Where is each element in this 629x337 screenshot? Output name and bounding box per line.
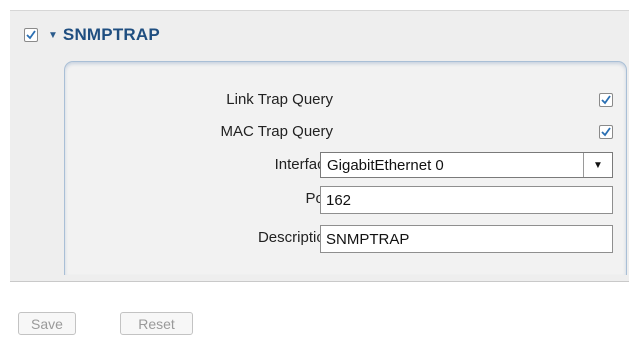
save-button[interactable]: Save xyxy=(18,312,76,335)
dropdown-arrow-icon[interactable]: ▼ xyxy=(583,153,612,177)
checkmark-icon xyxy=(601,127,611,137)
link-trap-query-row: Link Trap Query xyxy=(65,87,628,113)
collapse-triangle-icon[interactable]: ▼ xyxy=(48,30,58,41)
checkmark-icon xyxy=(26,30,36,40)
section-title: SNMPTRAP xyxy=(62,25,160,44)
mac-trap-query-row: MAC Trap Query xyxy=(65,119,628,145)
link-trap-query-label: Link Trap Query xyxy=(226,91,333,108)
section-header: ▼ SNMPTRAP xyxy=(24,23,160,47)
port-input[interactable]: 162 xyxy=(320,186,613,214)
checkmark-icon xyxy=(601,95,611,105)
reset-button[interactable]: Reset xyxy=(120,312,193,335)
mac-trap-query-checkbox[interactable] xyxy=(599,125,613,139)
link-trap-query-checkbox[interactable] xyxy=(599,93,613,107)
settings-box: Link Trap Query MAC Trap Query Interface… xyxy=(64,61,627,275)
description-input[interactable]: SNMPTRAP xyxy=(320,225,613,253)
interface-select[interactable]: GigabitEthernet 0 ▼ xyxy=(320,152,613,178)
interface-row: Interface GigabitEthernet 0 ▼ xyxy=(65,152,628,178)
description-row: Description SNMPTRAP xyxy=(65,225,628,253)
interface-selected-value: GigabitEthernet 0 xyxy=(327,157,444,174)
mac-trap-query-label: MAC Trap Query xyxy=(220,123,333,140)
port-row: Port 162 xyxy=(65,186,628,214)
section-enable-checkbox[interactable] xyxy=(24,28,38,42)
snmptrap-panel: ▼ SNMPTRAP Link Trap Query MAC Trap Quer… xyxy=(10,10,629,282)
